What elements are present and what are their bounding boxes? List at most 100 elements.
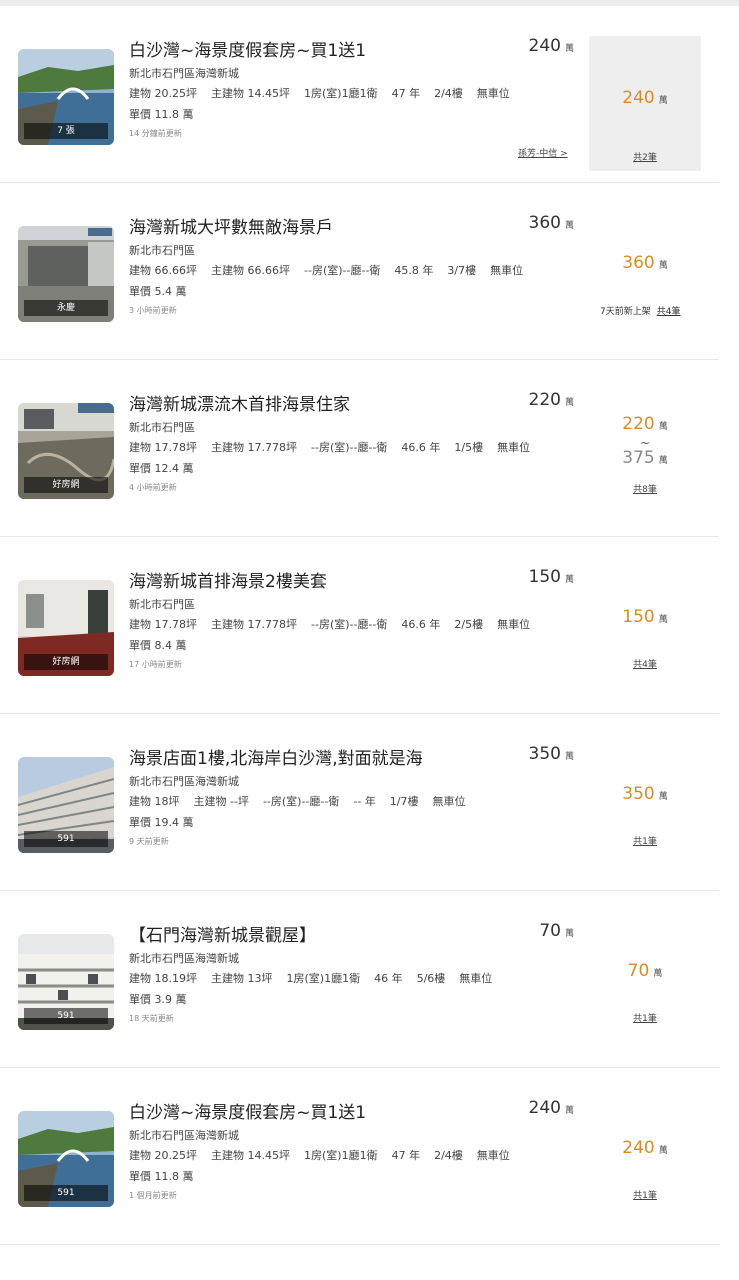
spec-floor: 2/5樓 bbox=[454, 618, 484, 631]
spec-building-area: 建物 17.78坪 bbox=[129, 618, 197, 631]
listing-updated: 4 小時前更新 bbox=[129, 483, 177, 492]
spec-age: -- 年 bbox=[353, 795, 376, 808]
listing-unit-price: 單價 3.9 萬 bbox=[129, 993, 187, 1006]
spec-age: 46.6 年 bbox=[401, 618, 441, 631]
side-price-max: 375 萬 bbox=[622, 448, 668, 468]
spec-main-area: 主建物 13坪 bbox=[211, 972, 273, 985]
listing-address: 新北市石門區 bbox=[129, 598, 195, 611]
side-price-min: 220 萬 bbox=[622, 414, 668, 434]
listing-title[interactable]: 【石門海灣新城景觀屋】 bbox=[129, 921, 316, 946]
listing-title[interactable]: 海灣新城首排海景2樓美套 bbox=[129, 567, 327, 592]
listing-photo[interactable]: 7 張 bbox=[18, 49, 114, 145]
listing-photo[interactable]: 好房網 bbox=[18, 403, 114, 499]
listing-price: 240 萬 bbox=[528, 36, 574, 56]
spec-layout: 1房(室)1廳1衛 bbox=[304, 87, 378, 100]
spec-building-area: 建物 18.19坪 bbox=[129, 972, 197, 985]
spec-layout: --房(室)--廳--衛 bbox=[311, 618, 388, 631]
spec-parking: 無車位 bbox=[497, 618, 531, 631]
spec-building-area: 建物 20.25坪 bbox=[129, 87, 197, 100]
spec-layout: --房(室)--廳--衛 bbox=[311, 441, 388, 454]
spec-main-area: 主建物 14.45坪 bbox=[211, 87, 290, 100]
listing-count-link[interactable]: 共1筆 bbox=[589, 1011, 701, 1024]
spec-age: 47 年 bbox=[391, 1149, 421, 1162]
listing-specs: 建物 18.19坪 主建物 13坪 1房(室)1廳1衛 46 年 5/6樓 無車位 bbox=[129, 970, 506, 986]
spec-main-area: 主建物 17.778坪 bbox=[211, 441, 297, 454]
spec-floor: 2/4樓 bbox=[434, 1149, 463, 1162]
listing-photo[interactable]: 永慶 bbox=[18, 226, 114, 322]
listing-card[interactable]: 好房網 海灣新城漂流木首排海景住家 220 萬 新北市石門區 建物 17.78坪 主… bbox=[0, 360, 719, 537]
listing-price: 220 萬 bbox=[528, 390, 574, 410]
price-comparison-panel[interactable]: 220 萬 ~ 375 萬 共8筆 bbox=[589, 390, 701, 525]
listing-card[interactable]: 7 張 白沙灣~海景度假套房~買1送1 240 萬 新北市石門區海灣新城 建物 2… bbox=[0, 6, 719, 183]
listing-unit-price: 單價 11.8 萬 bbox=[129, 108, 194, 121]
spec-main-area: 主建物 --坪 bbox=[193, 795, 249, 808]
spec-building-area: 建物 66.66坪 bbox=[129, 264, 197, 277]
listing-updated: 14 分鐘前更新 bbox=[129, 129, 182, 138]
price-comparison-panel[interactable]: 350 萬 共1筆 bbox=[589, 744, 701, 879]
agent-link[interactable]: 孫芳-中信 > bbox=[518, 146, 568, 159]
listing-specs: 建物 20.25坪 主建物 14.45坪 1房(室)1廳1衛 47 年 2/4樓 無車位 bbox=[129, 85, 524, 101]
listing-unit-price: 單價 12.4 萬 bbox=[129, 462, 194, 475]
side-price: 240 萬 bbox=[622, 1138, 668, 1158]
spec-building-area: 建物 20.25坪 bbox=[129, 1149, 197, 1162]
listing-title[interactable]: 海灣新城漂流木首排海景住家 bbox=[129, 390, 350, 415]
listing-specs: 建物 20.25坪 主建物 14.45坪 1房(室)1廳1衛 47 年 2/4樓 無車位 bbox=[129, 1147, 524, 1163]
source-label: 591 bbox=[24, 1185, 108, 1201]
listing-count-link[interactable]: 共1筆 bbox=[589, 834, 701, 847]
listing-address: 新北市石門區海灣新城 bbox=[129, 952, 239, 965]
listing-title[interactable]: 海景店面1樓,北海岸白沙灣,對面就是海 bbox=[129, 744, 423, 769]
spec-building-area: 建物 18坪 bbox=[129, 795, 180, 808]
listing-address: 新北市石門區海灣新城 bbox=[129, 67, 239, 80]
price-comparison-panel[interactable]: 70 萬 共1筆 bbox=[589, 921, 701, 1056]
spec-age: 45.8 年 bbox=[394, 264, 434, 277]
listing-specs: 建物 17.78坪 主建物 17.778坪 --房(室)--廳--衛 46.6 年 1/… bbox=[129, 439, 544, 455]
spec-main-area: 主建物 66.66坪 bbox=[211, 264, 290, 277]
spec-floor: 5/6樓 bbox=[416, 972, 446, 985]
listing-count-link[interactable]: 共8筆 bbox=[589, 482, 701, 495]
listing-card[interactable]: 591 白沙灣~海景度假套房~買1送1 240 萬 新北市石門區海灣新城 建物 2… bbox=[0, 1068, 719, 1245]
listing-price: 150 萬 bbox=[528, 567, 574, 587]
spec-parking: 無車位 bbox=[476, 1149, 510, 1162]
spec-floor: 2/4樓 bbox=[434, 87, 463, 100]
listing-address: 新北市石門區海灣新城 bbox=[129, 775, 239, 788]
listing-count-link[interactable]: 共4筆 bbox=[589, 657, 701, 670]
listing-card[interactable]: 591 【石門海灣新城景觀屋】 70 萬 新北市石門區海灣新城 建物 18.19坪… bbox=[0, 891, 719, 1068]
spec-floor: 3/7樓 bbox=[447, 264, 477, 277]
listing-unit-price: 單價 11.8 萬 bbox=[129, 1170, 194, 1183]
listing-photo[interactable]: 591 bbox=[18, 1111, 114, 1207]
side-price: 240 萬 bbox=[622, 88, 668, 108]
side-price: 70 萬 bbox=[627, 961, 663, 981]
listing-card[interactable]: 永慶 海灣新城大坪數無敵海景戶 360 萬 新北市石門區 建物 66.66坪 主建物… bbox=[0, 183, 719, 360]
spec-floor: 1/7樓 bbox=[389, 795, 419, 808]
listing-address: 新北市石門區 bbox=[129, 244, 195, 257]
listing-price: 350 萬 bbox=[528, 744, 574, 764]
listing-unit-price: 單價 5.4 萬 bbox=[129, 285, 187, 298]
listing-title[interactable]: 白沙灣~海景度假套房~買1送1 bbox=[129, 36, 366, 61]
source-label: 591 bbox=[24, 1008, 108, 1024]
price-comparison-panel[interactable]: 240 萬 共2筆 bbox=[589, 36, 701, 171]
listing-count-link[interactable]: 共2筆 bbox=[589, 150, 701, 163]
listing-title[interactable]: 白沙灣~海景度假套房~買1送1 bbox=[129, 1098, 366, 1123]
spec-parking: 無車位 bbox=[459, 972, 493, 985]
listing-card[interactable]: 591 海景店面1樓,北海岸白沙灣,對面就是海 350 萬 新北市石門區海灣新城 … bbox=[0, 714, 719, 891]
listing-count-link[interactable]: 共4筆 bbox=[657, 307, 681, 317]
listing-specs: 建物 66.66坪 主建物 66.66坪 --房(室)--廳--衛 45.8 年 3/7… bbox=[129, 262, 537, 278]
spec-building-area: 建物 17.78坪 bbox=[129, 441, 197, 454]
price-comparison-panel[interactable]: 360 萬 7天前新上架 共4筆 bbox=[589, 213, 701, 348]
listing-updated: 1 個月前更新 bbox=[129, 1191, 177, 1200]
listing-updated: 17 小時前更新 bbox=[129, 660, 182, 669]
listing-price: 360 萬 bbox=[528, 213, 574, 233]
listing-photo[interactable]: 好房網 bbox=[18, 580, 114, 676]
listing-photo[interactable]: 591 bbox=[18, 757, 114, 853]
spec-layout: --房(室)--廳--衛 bbox=[304, 264, 381, 277]
listing-photo[interactable]: 591 bbox=[18, 934, 114, 1030]
spec-parking: 無車位 bbox=[490, 264, 524, 277]
spec-parking: 無車位 bbox=[497, 441, 531, 454]
source-label: 好房網 bbox=[24, 477, 108, 493]
price-comparison-panel[interactable]: 240 萬 共1筆 bbox=[589, 1098, 701, 1233]
listing-title[interactable]: 海灣新城大坪數無敵海景戶 bbox=[129, 213, 333, 238]
listing-count-link[interactable]: 共1筆 bbox=[589, 1188, 701, 1201]
listing-card[interactable]: 好房網 海灣新城首排海景2樓美套 150 萬 新北市石門區 建物 17.78坪 主建… bbox=[0, 537, 719, 714]
price-comparison-panel[interactable]: 150 萬 共4筆 bbox=[589, 567, 701, 702]
listing-address: 新北市石門區 bbox=[129, 421, 195, 434]
